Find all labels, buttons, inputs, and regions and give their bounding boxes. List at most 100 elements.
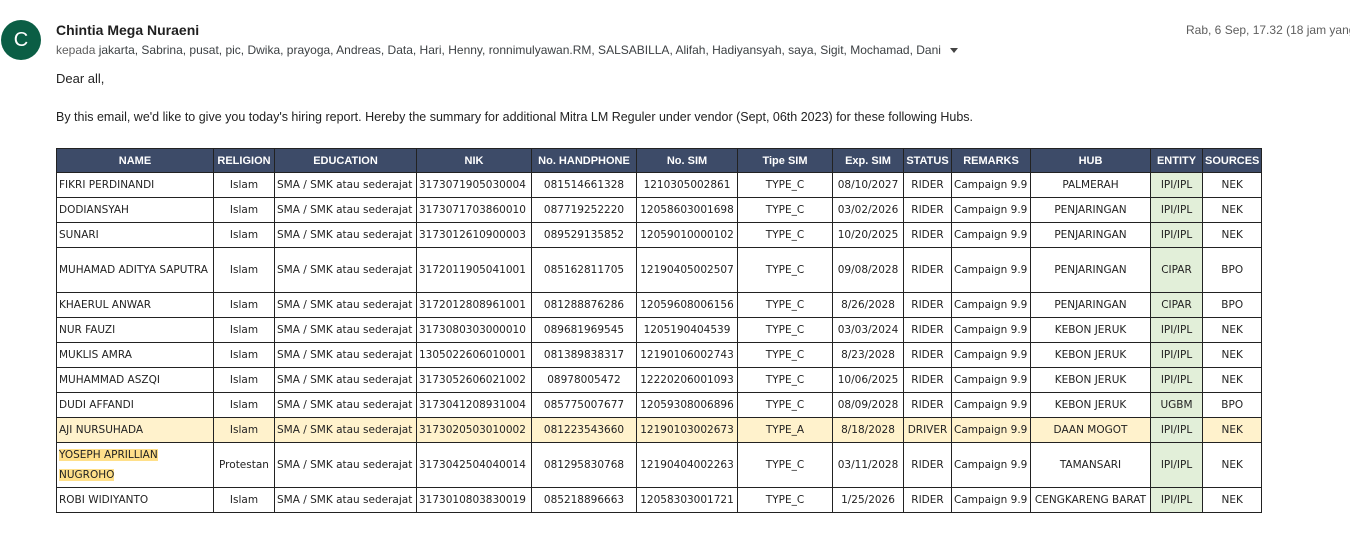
cell-remarks: Campaign 9.9 xyxy=(951,197,1031,223)
avatar[interactable]: C xyxy=(1,20,41,60)
table-row: KHAERUL ANWAR Islam SMA / SMK atau sederaj… xyxy=(56,292,1263,318)
cell-sim-type: TYPE_C xyxy=(737,172,833,198)
cell-nik: 3173041208931004 xyxy=(416,392,532,418)
cell-nik: 3173052606021002 xyxy=(416,367,532,393)
cell-nik: 3173071905030004 xyxy=(416,172,532,198)
cell-name: MUHAMAD ADITYA SAPUTRA xyxy=(56,247,214,293)
cell-hub: KEBON JERUK xyxy=(1030,367,1151,393)
chevron-down-icon[interactable] xyxy=(950,48,959,54)
cell-hub: KEBON JERUK xyxy=(1030,342,1151,368)
column-header: RELIGION xyxy=(213,148,275,173)
cell-sim-number: 12190404002263 xyxy=(636,442,738,488)
cell-entity: IPI/IPL xyxy=(1150,487,1203,513)
cell-sim-type: TYPE_A xyxy=(737,417,833,443)
cell-education: SMA / SMK atau sederajat xyxy=(274,172,417,198)
table-row: MUKLIS AMRA Islam SMA / SMK atau sederajat… xyxy=(56,342,1263,368)
cell-status: RIDER xyxy=(903,197,952,223)
cell-sim-number: 12058303001721 xyxy=(636,487,738,513)
cell-religion: Islam xyxy=(213,417,275,443)
table-row: YOSEPH APRILLIAN NUGROHO Protestan SMA / S… xyxy=(56,442,1263,488)
cell-remarks: Campaign 9.9 xyxy=(951,247,1031,293)
cell-sources: NEK xyxy=(1201,317,1263,343)
cell-sim-expiry: 10/06/2025 xyxy=(832,367,904,393)
column-header: NAME xyxy=(56,148,214,173)
cell-entity: IPI/IPL xyxy=(1150,367,1203,393)
cell-education: SMA / SMK atau sederajat xyxy=(274,342,417,368)
column-header: ENTITY xyxy=(1150,148,1203,173)
cell-remarks: Campaign 9.9 xyxy=(951,292,1031,318)
cell-sources: NEK xyxy=(1201,487,1263,513)
table-header-row: NAME RELIGION EDUCATION NIK No. HANDPHONE No.… xyxy=(56,148,1263,173)
cell-sources: NEK xyxy=(1201,197,1263,223)
cell-sim-expiry: 08/10/2027 xyxy=(832,172,904,198)
cell-entity: CIPAR xyxy=(1150,247,1203,293)
cell-sim-expiry: 03/11/2028 xyxy=(832,442,904,488)
cell-hub: PALMERAH xyxy=(1030,172,1151,198)
cell-phone: 08978005472 xyxy=(531,367,637,393)
cell-sources: BPO xyxy=(1201,292,1263,318)
cell-remarks: Campaign 9.9 xyxy=(951,367,1031,393)
cell-sim-number: 1205190404539 xyxy=(636,317,738,343)
cell-sim-number: 12059308006896 xyxy=(636,392,738,418)
cell-phone: 085218896663 xyxy=(531,487,637,513)
cell-nik: 3173010803830019 xyxy=(416,487,532,513)
table-row: DUDI AFFANDI Islam SMA / SMK atau sederaja… xyxy=(56,392,1263,418)
cell-nik: 1305022606010001 xyxy=(416,342,532,368)
cell-education: SMA / SMK atau sederajat xyxy=(274,417,417,443)
cell-nik: 3173080303000010 xyxy=(416,317,532,343)
column-header: STATUS xyxy=(903,148,952,173)
cell-education: SMA / SMK atau sederajat xyxy=(274,317,417,343)
cell-sim-expiry: 10/20/2025 xyxy=(832,222,904,248)
table-row: NUR FAUZI Islam SMA / SMK atau sederajat 31… xyxy=(56,317,1263,343)
cell-sim-expiry: 09/08/2028 xyxy=(832,247,904,293)
cell-hub: CENGKARENG BARAT xyxy=(1030,487,1151,513)
cell-phone: 081295830768 xyxy=(531,442,637,488)
cell-hub: KEBON JERUK xyxy=(1030,392,1151,418)
cell-name: NUR FAUZI xyxy=(56,317,214,343)
cell-sim-expiry: 03/03/2024 xyxy=(832,317,904,343)
cell-sim-number: 12058603001698 xyxy=(636,197,738,223)
email-greeting: Dear all, xyxy=(56,71,105,86)
cell-status: RIDER xyxy=(903,367,952,393)
cell-name: MUHAMMAD ASZQI xyxy=(56,367,214,393)
column-header: EDUCATION xyxy=(274,148,417,173)
cell-religion: Islam xyxy=(213,292,275,318)
table-row: FIKRI PERDINANDI Islam SMA / SMK atau sede… xyxy=(56,172,1263,198)
cell-nik: 3172011905041001 xyxy=(416,247,532,293)
cell-nik: 3173071703860010 xyxy=(416,197,532,223)
cell-phone: 085775007677 xyxy=(531,392,637,418)
column-header: No. SIM xyxy=(636,148,738,173)
sender-name[interactable]: Chintia Mega Nuraeni xyxy=(56,22,199,38)
cell-name: KHAERUL ANWAR xyxy=(56,292,214,318)
cell-sim-type: TYPE_C xyxy=(737,342,833,368)
table-row: DODIANSYAH Islam SMA / SMK atau sederajat 3… xyxy=(56,197,1263,223)
cell-religion: Islam xyxy=(213,367,275,393)
cell-education: SMA / SMK atau sederajat xyxy=(274,247,417,293)
column-header: HUB xyxy=(1030,148,1151,173)
cell-sources: NEK xyxy=(1201,222,1263,248)
recipients-line[interactable]: kepada jakarta, Sabrina, pusat, pic, Dwi… xyxy=(56,43,959,57)
cell-sources: BPO xyxy=(1201,247,1263,293)
cell-status: RIDER xyxy=(903,487,952,513)
cell-status: RIDER xyxy=(903,172,952,198)
cell-hub: TAMANSARI xyxy=(1030,442,1151,488)
cell-education: SMA / SMK atau sederajat xyxy=(274,442,417,488)
column-header: REMARKS xyxy=(951,148,1031,173)
cell-religion: Islam xyxy=(213,247,275,293)
cell-sources: NEK xyxy=(1201,342,1263,368)
cell-sim-number: 12190405002507 xyxy=(636,247,738,293)
cell-hub: PENJARINGAN xyxy=(1030,292,1151,318)
cell-name: FIKRI PERDINANDI xyxy=(56,172,214,198)
cell-remarks: Campaign 9.9 xyxy=(951,487,1031,513)
cell-entity: IPI/IPL xyxy=(1150,197,1203,223)
cell-sim-expiry: 03/02/2026 xyxy=(832,197,904,223)
cell-name: SUNARI xyxy=(56,222,214,248)
cell-nik: 3172012808961001 xyxy=(416,292,532,318)
hiring-report-table: NAME RELIGION EDUCATION NIK No. HANDPHONE No.… xyxy=(56,148,1263,513)
cell-sim-type: TYPE_C xyxy=(737,197,833,223)
cell-sim-type: TYPE_C xyxy=(737,392,833,418)
cell-religion: Islam xyxy=(213,342,275,368)
column-header: Exp. SIM xyxy=(832,148,904,173)
cell-religion: Islam xyxy=(213,392,275,418)
cell-name: MUKLIS AMRA xyxy=(56,342,214,368)
